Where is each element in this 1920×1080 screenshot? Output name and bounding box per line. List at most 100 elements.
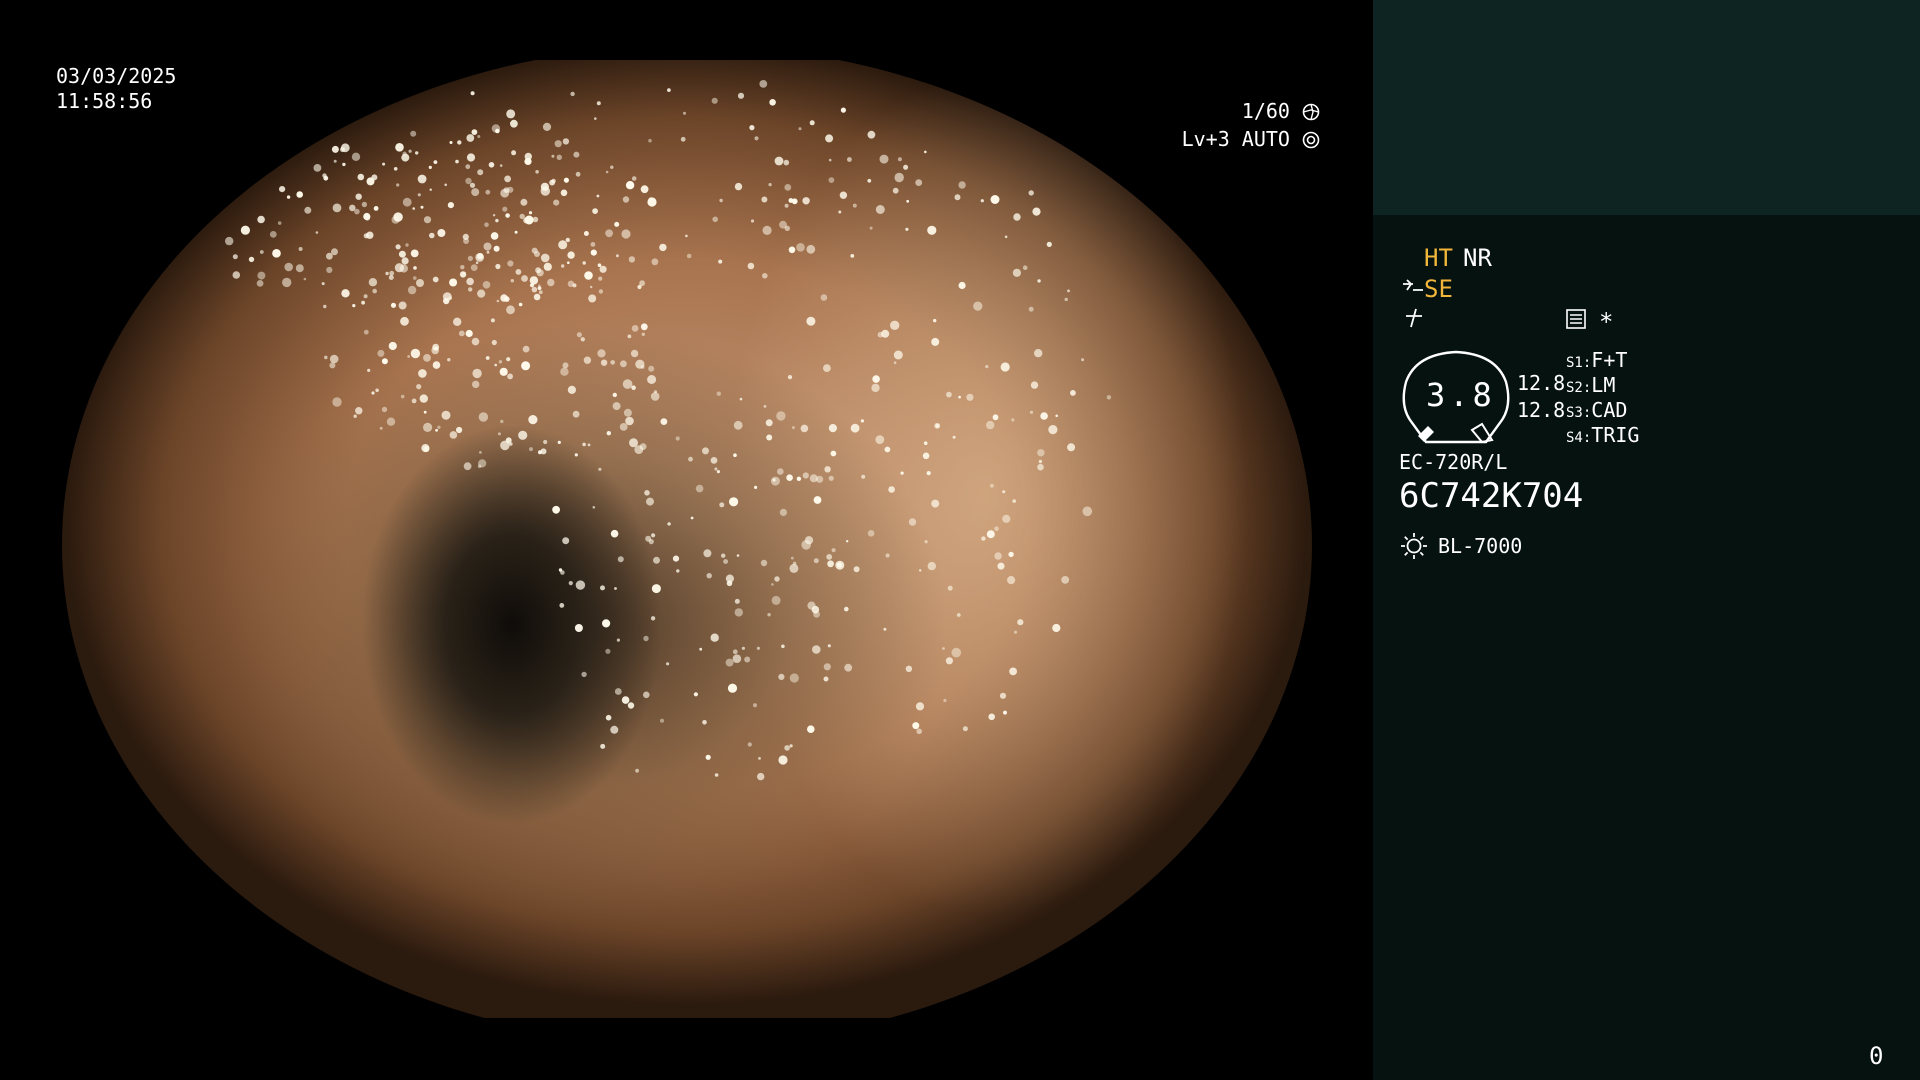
bubble-highlight — [1017, 619, 1024, 626]
bubble-highlight — [648, 365, 655, 372]
exam-time: 11:58:56 — [56, 89, 153, 113]
bubble-highlight — [371, 391, 375, 395]
bubble-highlight — [605, 229, 613, 238]
bubble-highlight — [510, 279, 514, 283]
bubble-highlight — [860, 419, 865, 423]
bubble-highlight — [835, 560, 845, 570]
bubble-highlight — [401, 153, 410, 162]
iris-icon — [1302, 131, 1320, 149]
bubble-highlight — [393, 167, 398, 171]
bubble-highlight — [355, 193, 362, 200]
bubble-highlight — [1009, 667, 1017, 676]
bubble-highlight — [747, 742, 752, 747]
bubble-highlight — [388, 341, 397, 351]
bubble-highlight — [598, 276, 603, 281]
bubble-highlight — [786, 474, 793, 482]
bubble-highlight — [500, 419, 504, 424]
ht-indicator: HT — [1424, 244, 1453, 272]
bubble-highlight — [988, 713, 995, 721]
bubble-highlight — [410, 348, 421, 359]
bubble-highlight — [1048, 425, 1058, 435]
bubble-highlight — [521, 361, 531, 371]
bubble-highlight — [999, 692, 1007, 699]
bubble-highlight — [648, 197, 652, 201]
bubble-highlight — [540, 448, 547, 455]
bubble-highlight — [915, 702, 925, 711]
bubble-highlight — [759, 80, 768, 88]
bubble-highlight — [802, 197, 810, 205]
bubble-highlight — [905, 665, 913, 672]
bubble-highlight — [295, 264, 304, 273]
bubble-highlight — [465, 164, 471, 170]
bubble-highlight — [540, 182, 549, 191]
gauge-value: 3.8 — [1426, 376, 1496, 414]
bubble-highlight — [375, 388, 379, 393]
bubble-highlight — [985, 365, 989, 369]
bubble-highlight — [600, 743, 606, 749]
bubble-highlight — [954, 194, 961, 201]
bubble-highlight — [605, 648, 611, 654]
bubble-highlight — [1011, 418, 1015, 422]
bubble-highlight — [486, 250, 490, 254]
bubble-highlight — [410, 130, 417, 137]
bubble-highlight — [714, 773, 719, 777]
bubble-highlight — [491, 339, 497, 346]
bubble-highlight — [659, 243, 667, 252]
bubble-highlight — [1028, 306, 1034, 312]
bubble-highlight — [725, 574, 735, 583]
bubble-highlight — [504, 175, 511, 183]
bubble-highlight — [625, 181, 635, 190]
bubble-highlight — [484, 222, 489, 227]
bubble-highlight — [522, 345, 530, 353]
bubble-highlight — [497, 432, 501, 436]
bubble-highlight — [871, 383, 880, 393]
bubble-highlight — [490, 232, 499, 240]
bubble-highlight — [620, 360, 627, 368]
bubble-highlight — [605, 170, 609, 174]
bubble-highlight — [997, 562, 1005, 570]
bubble-highlight — [551, 154, 555, 158]
bubble-highlight — [453, 317, 462, 326]
bubble-highlight — [560, 570, 565, 575]
bubble-highlight — [922, 452, 930, 460]
endoscope-viewport: 03/03/2025 11:58:56 1/60 Lv+3 AUTO — [0, 0, 1373, 1080]
bubble-highlight — [931, 337, 940, 346]
bubble-highlight — [315, 231, 319, 234]
bubble-highlight — [850, 254, 855, 258]
bubble-highlight — [796, 476, 802, 481]
bubble-highlight — [466, 153, 476, 162]
bubble-highlight — [825, 134, 834, 143]
bubble-highlight — [739, 397, 743, 401]
bubble-highlight — [519, 213, 525, 220]
bubble-highlight — [462, 272, 466, 275]
bubble-highlight — [723, 559, 728, 564]
bubble-highlight — [400, 394, 405, 399]
bubble-highlight — [584, 271, 593, 280]
bubble-highlight — [716, 470, 721, 474]
bubble-highlight — [768, 183, 772, 187]
bubble-highlight — [789, 563, 799, 573]
bubble-highlight — [1081, 358, 1085, 362]
bubble-highlight — [800, 424, 809, 433]
bubble-highlight — [844, 663, 853, 672]
bubble-highlight — [437, 229, 446, 237]
bubble-highlight — [279, 186, 286, 193]
bubble-highlight — [313, 164, 322, 172]
bubble-highlight — [867, 178, 872, 183]
level-readout: Lv+3 AUTO — [1182, 127, 1320, 151]
bubble-highlight — [554, 140, 562, 148]
bubble-highlight — [1064, 297, 1068, 302]
bubble-highlight — [272, 249, 281, 258]
bubble-highlight — [650, 392, 660, 401]
bubble-highlight — [1032, 207, 1041, 216]
bubble-highlight — [570, 91, 575, 97]
bubble-highlight — [824, 466, 831, 473]
bubble-highlight — [477, 289, 486, 298]
bubble-highlight — [945, 657, 954, 665]
bubble-highlight — [765, 419, 773, 427]
bubble-highlight — [583, 356, 592, 364]
bubble-highlight — [962, 726, 968, 732]
bubble-highlight — [563, 177, 569, 183]
bubble-highlight — [1012, 499, 1016, 503]
bubble-highlight — [363, 212, 371, 221]
